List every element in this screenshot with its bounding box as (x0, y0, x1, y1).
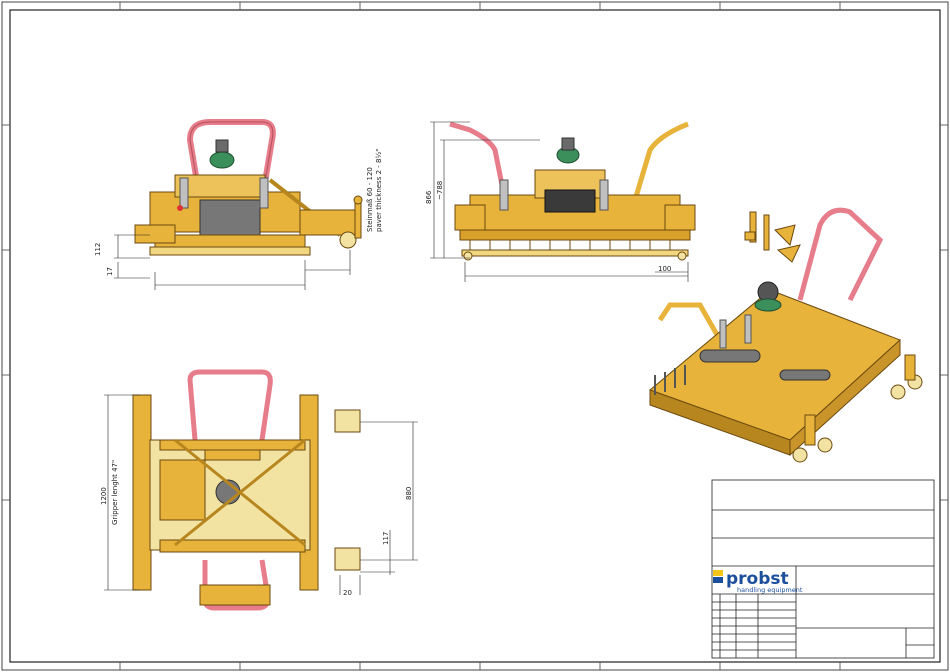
paver-note-line1: Steinmaß 60 - 120 (366, 167, 374, 232)
side-view: 112 17 Steinmaß 60 - 120 paver thickness… (94, 119, 383, 290)
probst-logo: probst handling equipment (713, 569, 803, 594)
top-dim-880: 880 (405, 487, 413, 500)
front-view: 866 ~788 100 (425, 121, 696, 282)
brand-tagline: handling equipment (737, 586, 803, 594)
gripper-length-note: Gripper lenght 47" (111, 460, 119, 525)
top-dim-1200: 1200 (100, 487, 108, 505)
front-dim-866: 866 (425, 190, 433, 204)
side-dim-17: 17 (106, 267, 114, 276)
side-dim-112: 112 (94, 243, 102, 256)
top-view: 1200 Gripper lenght 47" 880 117 20 (100, 369, 418, 611)
technical-drawing-sheet: 112 17 Steinmaß 60 - 120 paver thickness… (1, 1, 949, 671)
top-dim-20: 20 (343, 589, 352, 597)
paver-note-line2: paver thickness 2 - 8½" (375, 149, 383, 232)
top-dim-117: 117 (382, 532, 390, 545)
isometric-view (649, 207, 923, 463)
front-dim-788: ~788 (436, 181, 444, 200)
front-dim-100: 100 (658, 265, 671, 273)
